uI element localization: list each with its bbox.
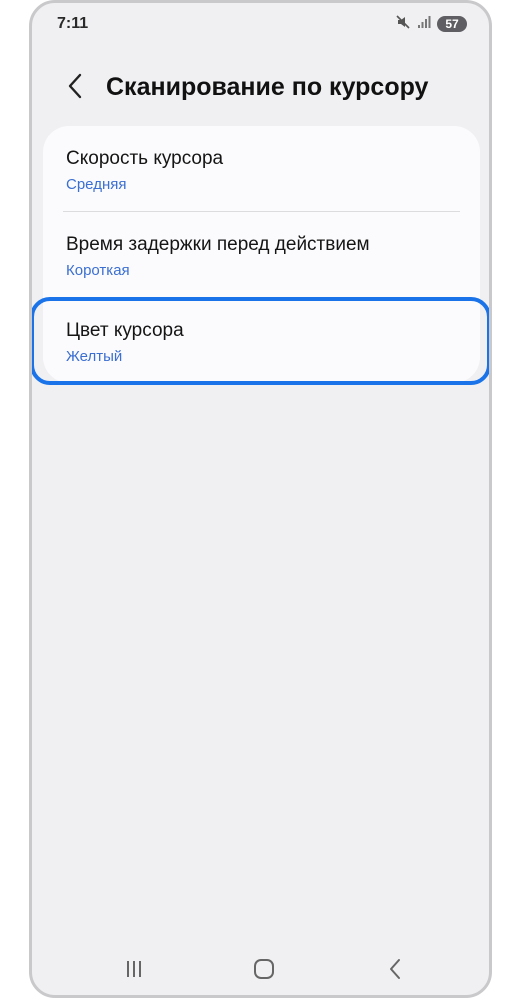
mute-icon [395, 14, 411, 35]
setting-action-delay[interactable]: Время задержки перед действием Короткая [43, 212, 480, 298]
setting-cursor-color[interactable]: Цвет курсора Желтый [43, 298, 480, 383]
recent-apps-button[interactable] [114, 953, 154, 989]
back-icon [388, 958, 402, 985]
navigation-bar [32, 945, 489, 995]
header: Сканирование по курсору [32, 61, 489, 117]
setting-value: Короткая [66, 262, 130, 279]
back-button[interactable] [60, 71, 90, 105]
setting-value: Средняя [66, 176, 127, 193]
nav-back-button[interactable] [375, 953, 415, 989]
settings-card: Скорость курсора Средняя Время задержки … [43, 126, 480, 383]
back-chevron-icon [67, 73, 83, 104]
battery-icon: 57 [437, 16, 467, 32]
setting-title: Время задержки перед действием [66, 234, 370, 255]
status-time: 7:11 [57, 15, 89, 32]
status-bar: 7:11 57 [32, 3, 489, 45]
recent-apps-icon [124, 959, 144, 984]
setting-cursor-speed[interactable]: Скорость курсора Средняя [43, 126, 480, 212]
setting-title: Цвет курсора [66, 320, 184, 341]
setting-value: Желтый [66, 348, 123, 365]
status-icons: 57 [395, 14, 467, 34]
phone-frame: 7:11 57 Сканирование по курсору Скорость… [29, 0, 492, 998]
home-icon [253, 958, 275, 985]
setting-title: Скорость курсора [66, 148, 224, 169]
home-button[interactable] [244, 953, 284, 989]
signal-icon [417, 15, 431, 34]
page-title: Сканирование по курсору [106, 73, 429, 101]
